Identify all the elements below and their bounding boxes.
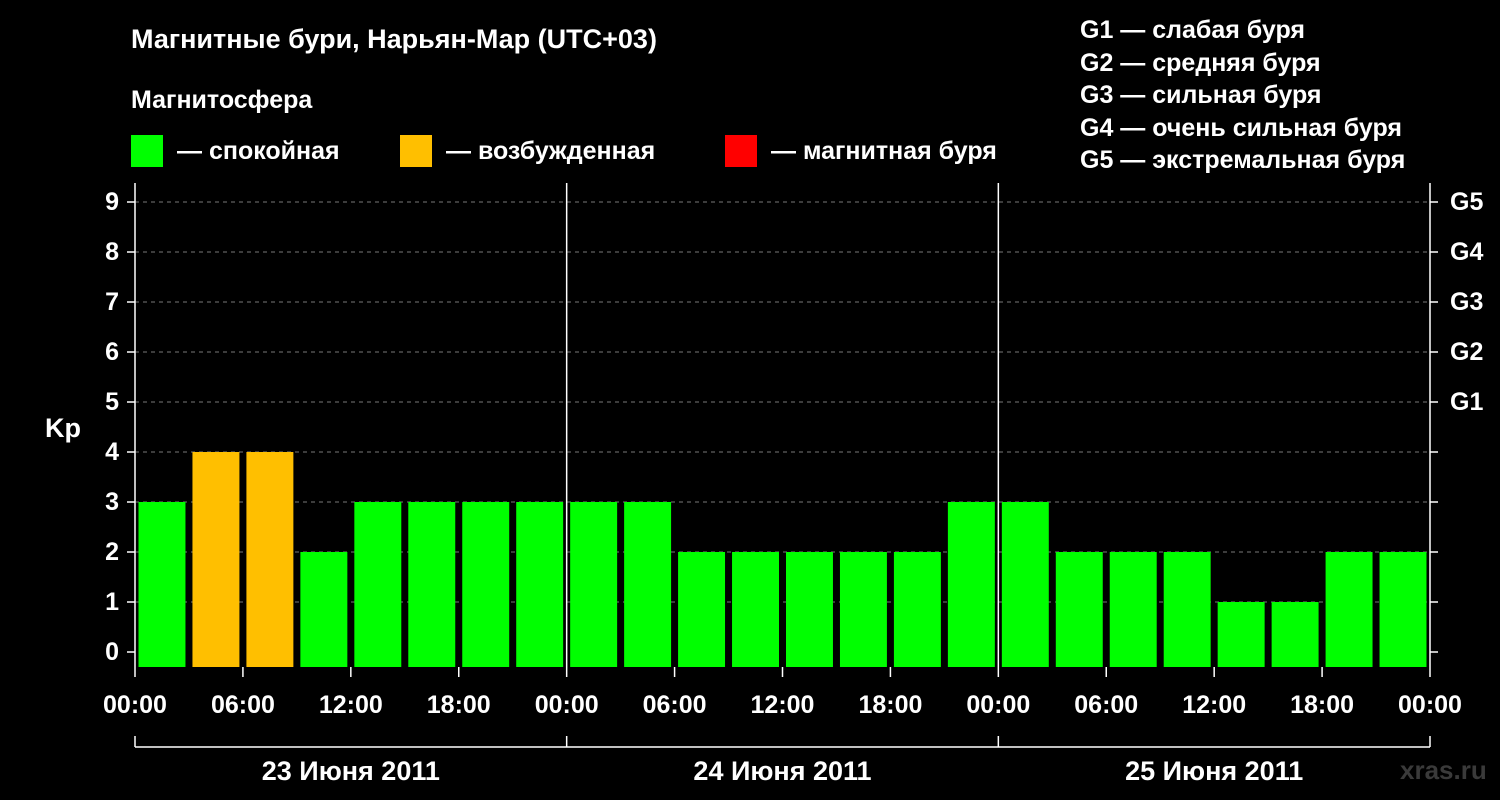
g-level-label: G3 [1450, 288, 1483, 316]
x-tick-label: 06:00 [1074, 691, 1138, 719]
kp-bar [300, 552, 348, 667]
day-label: 25 Июня 2011 [1125, 756, 1303, 786]
g-level-label: G5 [1450, 188, 1483, 216]
x-tick-label: 00:00 [103, 691, 167, 719]
x-tick-label: 12:00 [319, 691, 383, 719]
kp-bar [1325, 552, 1373, 667]
kp-bar [1217, 602, 1265, 667]
y-tick-label: 2 [105, 538, 119, 566]
g-level-label: G1 [1450, 388, 1483, 416]
kp-bar [570, 502, 618, 667]
x-tick-label: 18:00 [1290, 691, 1354, 719]
x-tick-label: 18:00 [858, 691, 922, 719]
y-tick-label: 0 [105, 638, 119, 666]
kp-bar [408, 502, 456, 667]
kp-bar [1379, 552, 1427, 667]
x-tick-label: 12:00 [751, 691, 815, 719]
kp-bar [678, 552, 726, 667]
kp-bar [893, 552, 941, 667]
kp-bar [786, 552, 833, 667]
kp-bar [1271, 602, 1319, 667]
x-tick-label: 12:00 [1182, 691, 1246, 719]
day-label: 23 Июня 2011 [262, 756, 440, 786]
x-tick-label: 00:00 [1398, 691, 1462, 719]
y-tick-label: 9 [105, 188, 119, 216]
kp-bar [246, 452, 294, 667]
kp-bar [354, 502, 402, 667]
x-tick-label: 18:00 [427, 691, 491, 719]
x-tick-label: 06:00 [643, 691, 707, 719]
kp-bar [732, 552, 779, 667]
kp-bar [947, 502, 995, 667]
y-tick-label: 3 [105, 488, 119, 516]
g-level-label: G4 [1450, 238, 1483, 266]
y-axis-label: Kp [45, 413, 81, 443]
y-tick-label: 6 [105, 338, 119, 366]
kp-bar [1163, 552, 1211, 667]
y-tick-label: 1 [105, 588, 119, 616]
y-tick-label: 7 [105, 288, 119, 316]
kp-bar [624, 502, 672, 667]
kp-bar [462, 502, 510, 667]
x-tick-label: 06:00 [211, 691, 275, 719]
kp-bar [516, 502, 564, 667]
kp-bar-chart: 0 1 2 3 4 5 6 7 8 9 G1 G2 G3 G4 G5 Kp 00:00 06:00 12:00 18:… [45, 183, 1483, 786]
x-tick-label: 00:00 [966, 691, 1030, 719]
watermark: xras.ru [1400, 755, 1487, 785]
kp-bar [1055, 552, 1103, 667]
kp-bar [138, 502, 186, 667]
y-tick-label: 8 [105, 238, 119, 266]
g-level-label: G2 [1450, 338, 1483, 366]
x-tick-label: 00:00 [535, 691, 599, 719]
day-label: 24 Июня 2011 [693, 756, 871, 786]
kp-bar [1001, 502, 1049, 667]
y-tick-label: 4 [105, 438, 119, 466]
y-tick-label: 5 [105, 388, 119, 416]
kp-bar [192, 452, 240, 667]
kp-bar [839, 552, 887, 667]
kp-bar [1109, 552, 1157, 667]
